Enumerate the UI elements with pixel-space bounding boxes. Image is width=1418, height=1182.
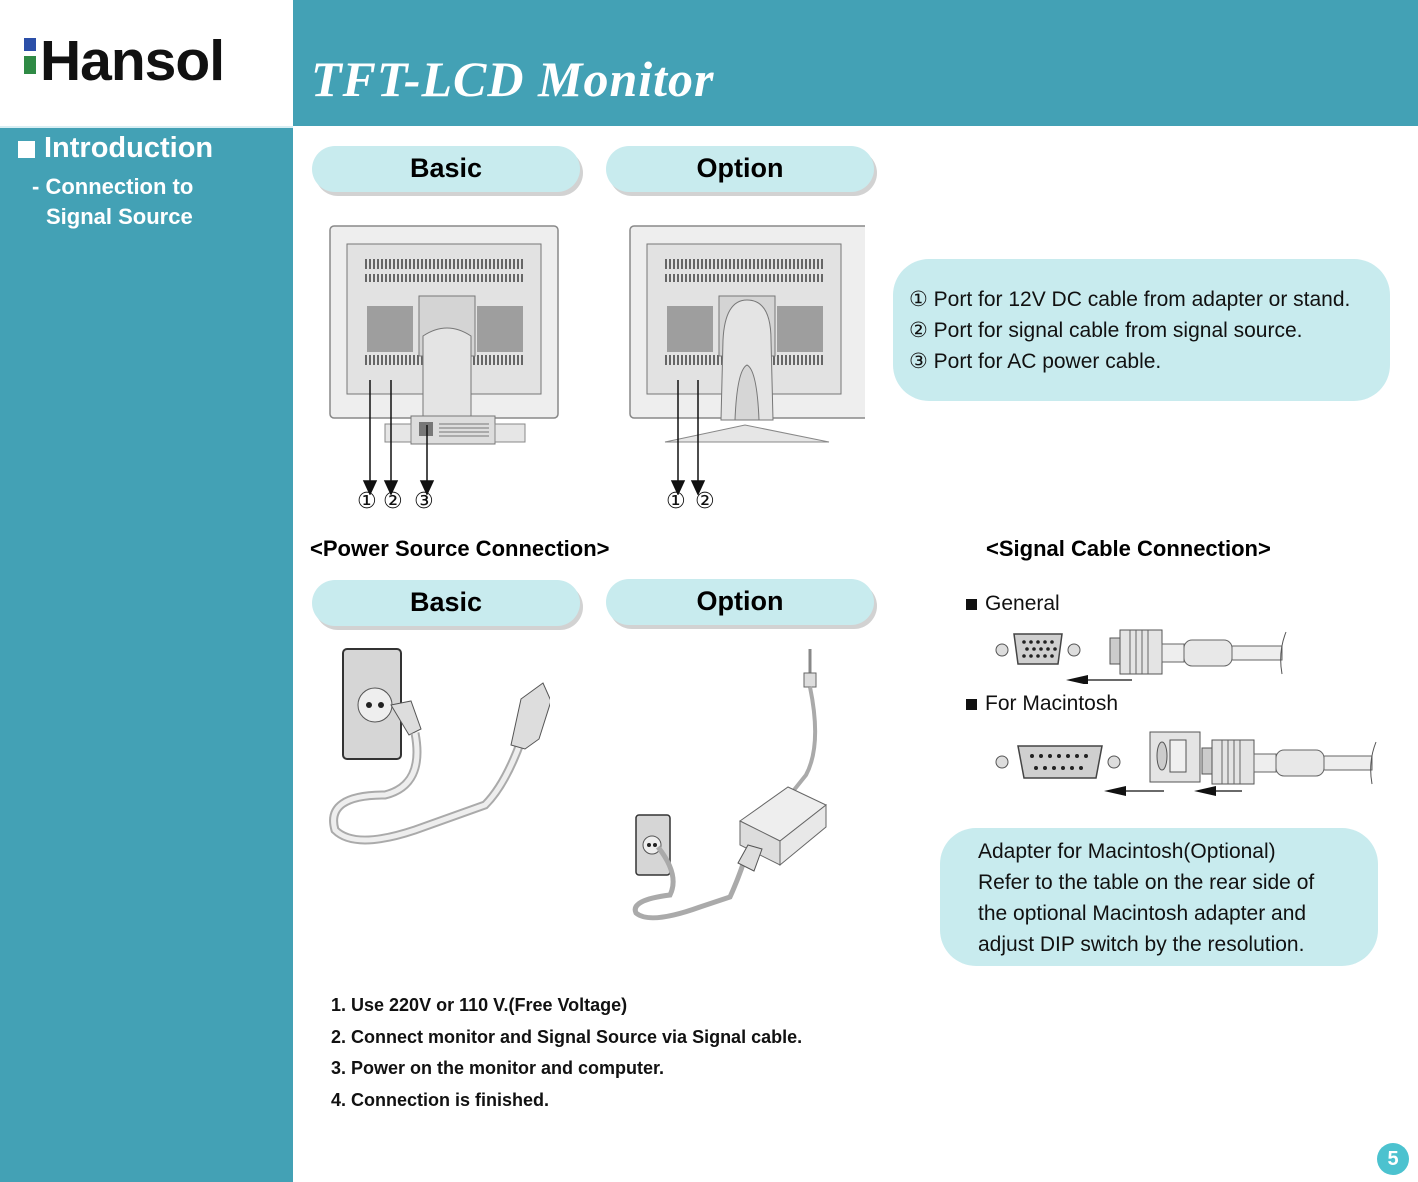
step-item: 3. Power on the monitor and computer. [331,1058,665,1078]
square-bullet-icon [966,698,977,710]
adapter-note-line-2: Refer to the table on the rear side of [978,871,1315,894]
signal-mac-text: For Macintosh [985,692,1119,715]
adapter-note-line-1: Adapter for Macintosh(Optional) [978,840,1276,863]
power-section-title: <Power Source Connection> [310,536,610,561]
logo-area: Hansol [0,0,293,126]
adapter-info-box: Adapter for Macintosh(Optional) Refer to… [940,828,1378,966]
power-cord-basic-icon [329,648,550,845]
tab-option-monitor: Option [606,146,874,192]
port-description-3: ③ Port for AC power cable. [909,350,1162,373]
power-adapter-option-icon [632,649,827,921]
sidebar-section: Introduction [18,132,213,165]
vga-connector-general-icon [995,629,1287,684]
square-bullet-icon [18,141,35,158]
ports-info-box: ① Port for 12V DC cable from adapter or … [893,259,1390,401]
tab-option-power: Option [606,579,874,625]
step-item: 2. Connect monitor and Signal Source via… [331,1026,803,1047]
connection-steps: 1. Use 220V or 110 V.(Free Voltage) 2. C… [331,990,802,1116]
sidebar: Introduction - Connection to Signal Sour… [0,126,293,1182]
step-item: 4. Connection is finished. [331,1089,550,1110]
port-arrows-option-icon [670,380,706,495]
page-number-badge: 5 [1377,1143,1409,1175]
port-description-2: ② Port for signal cable from signal sour… [909,319,1303,342]
square-bullet-icon [966,598,977,610]
port-label-2: ② [695,489,715,514]
port-label-2: ② [383,489,403,514]
signal-general-text: General [985,592,1060,615]
port-label-3: ③ [414,489,434,514]
signal-mac-label: For Macintosh [966,692,1118,716]
adapter-note-line-4: adjust DIP switch by the resolution. [978,933,1305,956]
port-arrows-basic-icon [362,380,435,495]
header-bar: TFT-LCD Monitor [293,0,1418,126]
tab-basic-power: Basic [312,580,580,626]
sidebar-section-label: Introduction [44,132,214,164]
sidebar-subsection-line1: - Connection to [32,174,194,199]
signal-general-label: General [966,592,1060,616]
mac-adapter-connector-icon [995,731,1377,796]
tab-basic-monitor: Basic [312,146,580,192]
sidebar-subsection: - Connection to Signal Source [32,172,193,232]
step-item: 1. Use 220V or 110 V.(Free Voltage) [331,995,628,1015]
page-title: TFT-LCD Monitor [311,51,715,107]
port-description-1: ① Port for 12V DC cable from adapter or … [909,288,1351,311]
adapter-note-line-3: the optional Macintosh adapter and [978,902,1307,925]
port-label-1: ① [666,489,686,514]
signal-section-title: <Signal Cable Connection> [986,536,1271,561]
brand-logo: Hansol [40,29,225,93]
port-label-1: ① [357,489,377,514]
brand-mark-icon [24,38,36,74]
sidebar-subsection-line2: Signal Source [46,204,193,229]
monitor-rear-option-icon [629,225,865,443]
